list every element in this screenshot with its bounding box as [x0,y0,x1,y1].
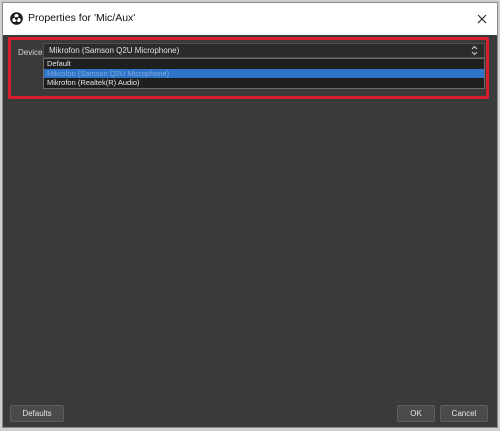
device-select-value: Mikrofon (Samson Q2U Microphone) [49,46,180,55]
device-label: Device [18,48,43,57]
device-dropdown-list: Default Mikrofon (Samson Q2U Microphone)… [43,58,485,89]
dropdown-option-samson[interactable]: Mikrofon (Samson Q2U Microphone) [44,68,484,79]
cancel-button[interactable]: Cancel [440,405,488,422]
dropdown-option-label: Mikrofon (Samson Q2U Microphone) [47,68,170,78]
dropdown-option-label: Default [47,59,71,68]
dropdown-option-default[interactable]: Default [44,59,484,69]
device-select[interactable]: Mikrofon (Samson Q2U Microphone) [43,43,485,58]
properties-content: Device Mikrofon (Samson Q2U Microphone) … [3,35,497,427]
dropdown-option-realtek[interactable]: Mikrofon (Realtek(R) Audio) [44,78,484,88]
close-icon[interactable] [477,14,487,24]
close-button[interactable] [471,8,493,30]
defaults-button[interactable]: Defaults [10,405,64,422]
ok-button[interactable]: OK [397,405,435,422]
title-bar: Properties for 'Mic/Aux' [3,3,497,35]
chevron-up-down-icon[interactable] [471,45,478,56]
window-title: Properties for 'Mic/Aux' [28,12,136,24]
properties-window: Properties for 'Mic/Aux' Device Mikrofon… [2,2,498,428]
obs-logo-icon [10,12,23,25]
dropdown-option-label: Mikrofon (Realtek(R) Audio) [47,78,140,88]
